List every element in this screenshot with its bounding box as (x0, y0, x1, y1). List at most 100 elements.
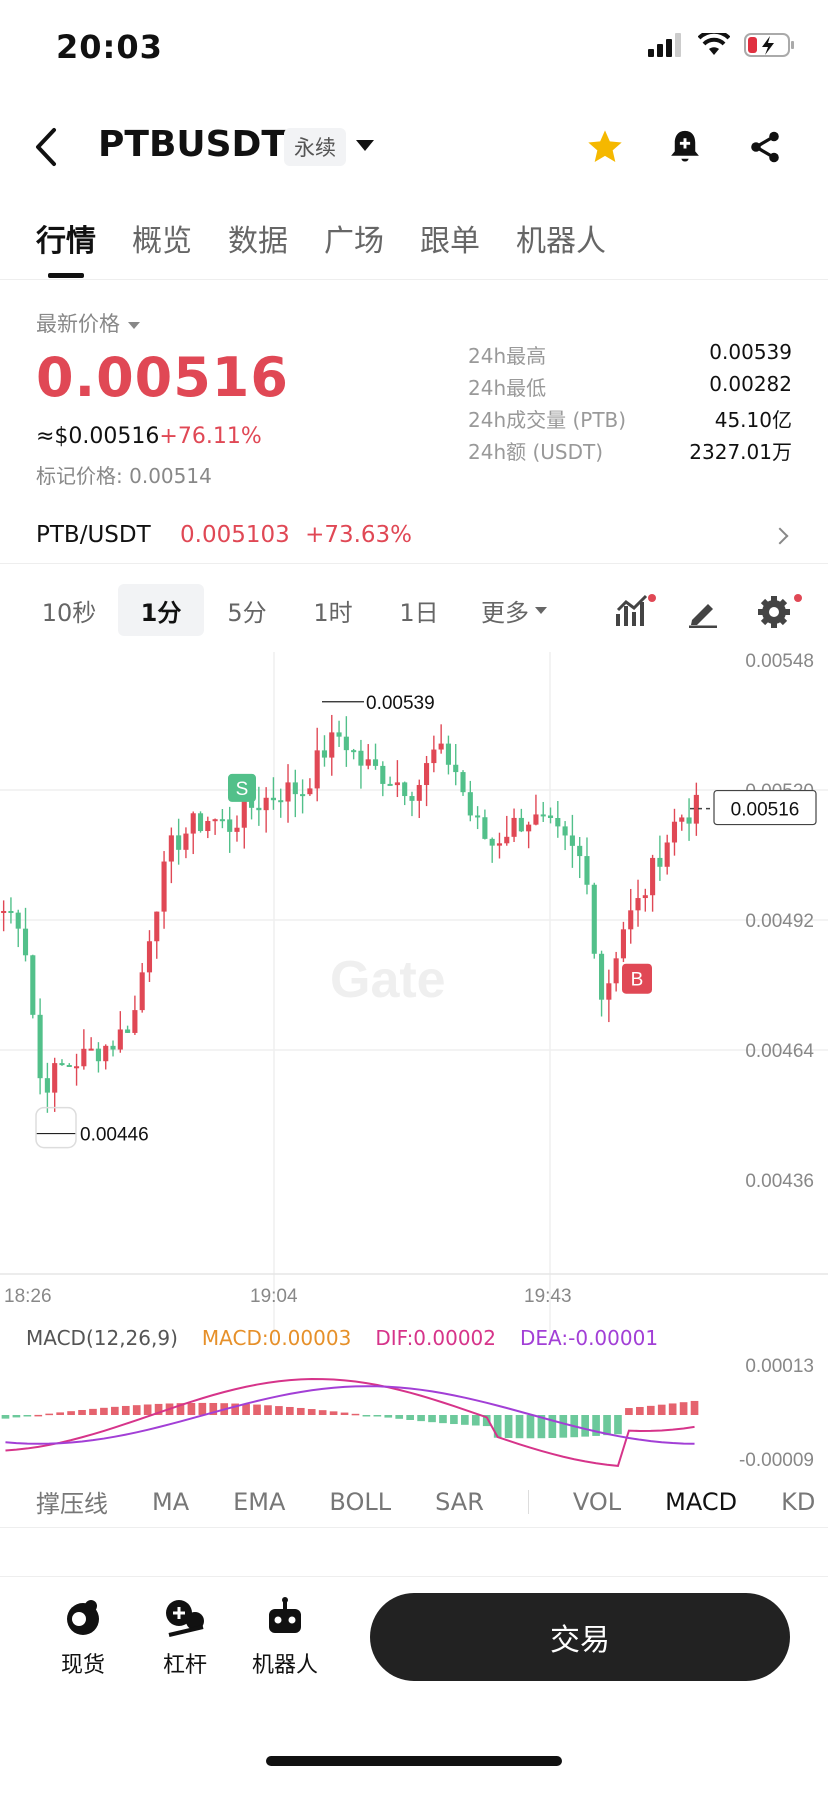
interval-5m[interactable]: 5分 (210, 584, 284, 636)
indicator-ema[interactable]: EMA (233, 1488, 285, 1516)
indicator-support-resistance[interactable]: 撑压线 (36, 1484, 108, 1519)
candle-body (110, 1045, 116, 1050)
candle-body (606, 983, 612, 1000)
macd-histogram-bar (1, 1415, 10, 1419)
macd-histogram-bar (504, 1415, 513, 1439)
macd-histogram-bar (296, 1407, 305, 1415)
candle-body (620, 929, 626, 959)
margin-button[interactable]: 杠杆 (140, 1597, 230, 1679)
macd-value: MACD:0.00003 (201, 1326, 352, 1350)
candle-body (37, 1014, 43, 1079)
macd-histogram-bar (67, 1411, 75, 1415)
tab-square[interactable]: 广场 (324, 216, 384, 280)
candle-body (22, 928, 29, 956)
candle-body (511, 817, 517, 837)
macd-histogram-bar (362, 1415, 371, 1417)
macd-title: MACD(12,26,9) (26, 1326, 178, 1350)
spot-pair-row[interactable]: PTB/USDT 0.005103 +73.63% (0, 512, 828, 564)
macd-histogram-bar (646, 1405, 655, 1415)
spot-pair-name: PTB/USDT (36, 522, 151, 548)
candle-body (409, 796, 415, 801)
indicator-chart-icon[interactable] (614, 594, 658, 630)
candle-body (438, 743, 444, 750)
tab-overview[interactable]: 概览 (132, 216, 192, 280)
macd-histogram-bar (679, 1402, 688, 1415)
price-alert-bell-icon[interactable] (662, 124, 708, 170)
macd-histogram-bar (198, 1402, 207, 1415)
candle-body (183, 833, 189, 850)
share-icon[interactable] (742, 124, 788, 170)
interval-1d[interactable]: 1日 (382, 584, 456, 636)
trade-button[interactable]: 交易 (370, 1593, 790, 1681)
price-change-percent: +76.11% (159, 424, 262, 449)
macd-histogram-bar (187, 1402, 196, 1415)
stat-value: 0.00282 (709, 372, 792, 396)
candle-body (15, 912, 21, 929)
candle-body (59, 1063, 65, 1066)
candle-body (540, 814, 546, 817)
dif-line (5, 1378, 695, 1467)
candle-body (577, 845, 583, 857)
interval-more[interactable]: 更多 (464, 584, 564, 636)
indicator-sar[interactable]: SAR (435, 1488, 484, 1516)
stat-label: 24h最高 (468, 344, 547, 368)
candle-body (496, 843, 503, 846)
indicator-vol[interactable]: VOL (573, 1488, 621, 1516)
indicator-macd[interactable]: MACD (665, 1488, 737, 1516)
candle-body (416, 785, 422, 801)
candle-body (635, 898, 641, 911)
candle-body (343, 736, 349, 751)
y-tick-label: 0.00464 (745, 1041, 814, 1062)
macd-histogram-bar (111, 1406, 119, 1415)
candle-body (168, 835, 174, 862)
macd-histogram-bar (242, 1403, 250, 1415)
back-icon[interactable] (30, 126, 66, 168)
high-price-label: 0.00539 (366, 693, 435, 714)
tab-bots[interactable]: 机器人 (516, 216, 606, 280)
candle-body (146, 941, 153, 973)
candle-body (664, 842, 670, 867)
candle-body (394, 782, 400, 786)
spot-button[interactable]: 现货 (38, 1597, 128, 1679)
macd-histogram-bar (23, 1415, 32, 1417)
tab-copy-trading[interactable]: 跟单 (420, 216, 480, 280)
indicator-kd[interactable]: KD (781, 1488, 815, 1516)
interval-1h[interactable]: 1时 (296, 584, 370, 636)
macd-histogram-bar (690, 1400, 699, 1415)
favorite-star-icon[interactable] (582, 124, 628, 170)
symbol-dropdown-icon[interactable] (356, 140, 374, 151)
mark-price-label: 标记价格: (36, 464, 123, 488)
macd-histogram-bar (493, 1415, 502, 1438)
candle-body (679, 817, 685, 822)
candle-body (358, 750, 364, 766)
candle-body (307, 788, 313, 795)
candle-body (1, 910, 7, 913)
indicator-ma[interactable]: MA (152, 1488, 189, 1516)
settings-gear-icon[interactable] (756, 592, 804, 630)
interval-10s[interactable]: 10秒 (28, 584, 110, 636)
indicator-boll[interactable]: BOLL (329, 1488, 391, 1516)
macd-histogram-bar (395, 1415, 404, 1419)
candle-body (219, 819, 225, 822)
macd-histogram-bar (286, 1406, 294, 1415)
tab-market[interactable]: 行情 (36, 216, 96, 280)
spot-coin-icon (67, 1600, 99, 1635)
draw-tool-icon[interactable] (686, 596, 720, 628)
symbol-title[interactable]: PTBUSDT (98, 124, 286, 165)
x-tick-label: 19:43 (524, 1286, 572, 1307)
bot-button[interactable]: 机器人 (240, 1597, 330, 1679)
macd-histogram-bar (559, 1415, 568, 1438)
candle-body (489, 838, 495, 846)
macd-histogram-bar (625, 1408, 633, 1415)
macd-histogram-bar (329, 1411, 338, 1415)
candle-body (44, 1078, 50, 1093)
candle-body (154, 911, 160, 942)
stat-value: 2327.01万 (689, 440, 792, 464)
tab-data[interactable]: 数据 (228, 216, 288, 280)
macd-histogram-bar (307, 1409, 316, 1415)
last-price-tag: 0.00516 (731, 800, 800, 821)
latest-price-selector[interactable]: 最新价格 (36, 308, 140, 338)
candle-body (533, 814, 539, 825)
candle-body (263, 797, 269, 811)
interval-1m[interactable]: 1分 (118, 584, 204, 636)
